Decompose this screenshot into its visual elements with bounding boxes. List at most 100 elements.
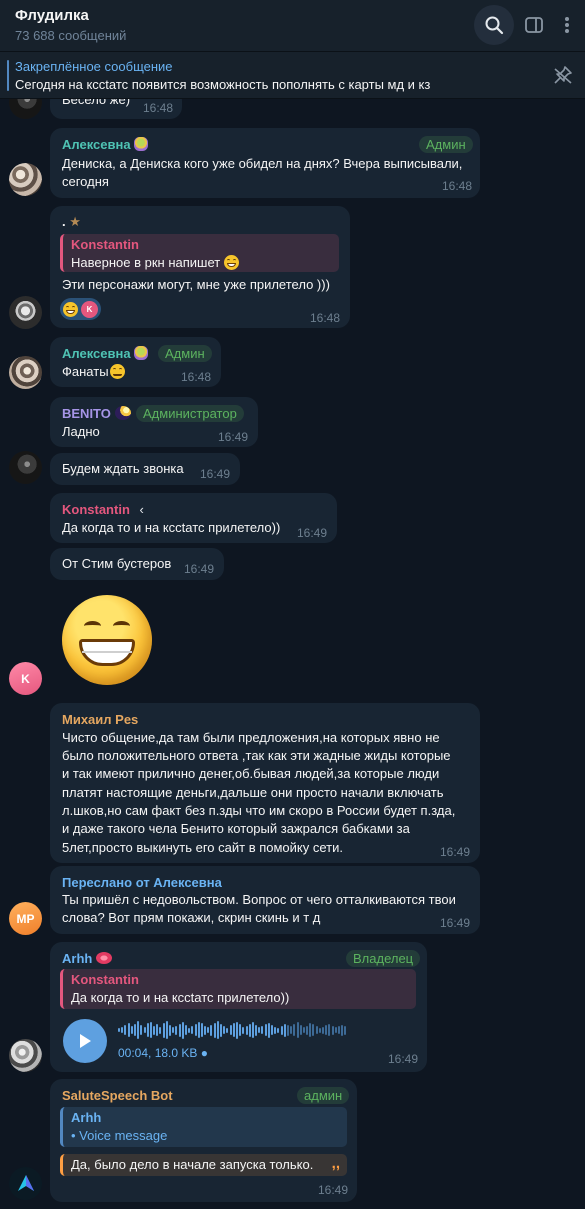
message-text-line: л.шков,но сам факт без п.зды что им скор…	[62, 803, 456, 818]
waveform-bar	[328, 1024, 331, 1036]
waveform-bar	[146, 1023, 149, 1037]
waveform-bar	[299, 1025, 302, 1035]
toggle-sidebar-button[interactable]	[514, 5, 554, 45]
admin-badge: Админ	[419, 136, 473, 153]
message-bubble[interactable]: Алексевна Админ Фанаты 16:48	[50, 337, 221, 387]
chat-header[interactable]: Флудилка 73 688 сообщений	[0, 0, 585, 52]
message-bubble[interactable]: Konstantin ‹ Да когда то и на кссtатс пр…	[50, 493, 337, 543]
message-bubble[interactable]: Будем ждать звонка 16:49	[50, 453, 240, 485]
message-list[interactable]: Весело же) 16:48 Алексевна Админ Дениска…	[0, 99, 585, 1209]
message-text: Эти персонажи могут, мне уже прилетело )…	[62, 277, 330, 292]
reply-preview[interactable]: Arhh • Voice message	[60, 1107, 347, 1147]
waveform-bar	[271, 1025, 273, 1035]
grinning-emoji-icon	[223, 255, 239, 270]
waveform-bar	[178, 1023, 181, 1037]
message-bubble[interactable]: SaluteSpeech Bot админ Arhh • Voice mess…	[50, 1079, 357, 1202]
waveform-bar	[302, 1027, 305, 1033]
message-bubble[interactable]: Алексевна Админ Дениска, а Дениска кого …	[50, 128, 480, 198]
avatar[interactable]	[9, 163, 42, 196]
message-time: 16:49	[184, 562, 215, 576]
reply-preview[interactable]: Konstantin Да когда то и на кссtатс прил…	[60, 969, 416, 1009]
grinning-sticker[interactable]	[62, 595, 152, 685]
pinned-text: Сегодня на кссtатс появится возможность …	[15, 77, 431, 92]
more-button[interactable]	[552, 5, 582, 45]
reply-text-label: Наверное в ркн напишет	[71, 255, 221, 270]
message-bubble[interactable]: . ★ Konstantin Наверное в ркн напишет Эт…	[50, 206, 350, 328]
avatar[interactable]	[9, 99, 42, 119]
sender-name[interactable]: Konstantin ‹	[62, 502, 144, 517]
admin-badge: Администратор	[136, 405, 244, 422]
message-bubble[interactable]: Arhh Владелец Konstantin Да когда то и н…	[50, 942, 427, 1072]
unpin-button[interactable]	[552, 64, 574, 91]
sticker-eye	[113, 621, 130, 631]
message-bubble[interactable]: BENITO Администратор Ладно 16:49	[50, 397, 258, 447]
avatar[interactable]: K	[9, 662, 42, 695]
message-text-line: и так имеют прилично денег,об.бывая люде…	[62, 766, 440, 781]
avatar[interactable]	[9, 1039, 42, 1072]
sidebar-icon	[525, 17, 543, 33]
quote-text: Да, было дело в начале запуска только.	[71, 1157, 314, 1172]
waveform-bar	[181, 1021, 184, 1039]
voice-waveform[interactable]	[118, 1020, 418, 1040]
avatar[interactable]	[9, 296, 42, 329]
waveform-bar	[334, 1027, 337, 1033]
sender-name[interactable]: Михаил Pes	[62, 712, 138, 727]
relieved-emoji-icon	[109, 364, 125, 379]
sender-label: .	[62, 214, 66, 229]
avatar[interactable]	[9, 356, 42, 389]
pin-off-icon	[554, 66, 572, 84]
bot-avatar[interactable]	[9, 1167, 42, 1200]
message-text: сегодня	[62, 174, 109, 189]
message-text: Да когда то и на кссtатс прилетело))	[62, 520, 281, 535]
reply-text: Да когда то и на кссtатс прилетело))	[71, 990, 290, 1005]
star-icon: ★	[69, 214, 81, 229]
waveform-bar	[213, 1022, 216, 1038]
sender-name[interactable]: Arhh	[62, 951, 112, 966]
waveform-bar	[344, 1025, 347, 1035]
message-text: Дениска, а Дениска кого уже обидел на дн…	[62, 156, 463, 171]
waveform-bar	[194, 1024, 197, 1036]
sender-name[interactable]: . ★	[62, 214, 81, 230]
waveform-bar	[296, 1022, 299, 1038]
reaction-chip[interactable]: K	[60, 298, 101, 320]
waveform-bar	[248, 1023, 251, 1037]
waveform-bar	[210, 1024, 213, 1036]
waveform-bar	[153, 1025, 156, 1035]
waveform-bar	[283, 1023, 286, 1037]
sender-name[interactable]: Алексевна	[62, 346, 149, 361]
waveform-bar	[229, 1025, 232, 1035]
message-bubble[interactable]: От Стим бустеров 16:49	[50, 548, 224, 580]
waveform-bar	[232, 1023, 235, 1037]
back-arrow-icon: ‹	[139, 502, 144, 517]
play-voice-button[interactable]	[63, 1019, 107, 1063]
waveform-bar	[162, 1022, 165, 1038]
waveform-bar	[149, 1022, 152, 1038]
sender-label: Arhh	[62, 951, 93, 966]
avatar[interactable]	[9, 451, 42, 484]
waveform-bar	[137, 1021, 140, 1039]
reply-preview[interactable]: Konstantin Наверное в ркн напишет	[60, 234, 339, 272]
more-icon	[565, 17, 569, 33]
message-text-line: 5лет,просто выкинуть его сайт в помойку …	[62, 840, 343, 855]
pinned-message-bar[interactable]: Закреплённое сообщение Сегодня на кссtат…	[0, 52, 585, 99]
message-bubble[interactable]: Михаил Pes Чисто общение,да там были пре…	[50, 703, 480, 863]
waveform-bar	[188, 1027, 191, 1033]
message-bubble[interactable]: Переслано от Алексевна Ты пришёл с недов…	[50, 866, 480, 934]
comet-icon	[114, 406, 131, 420]
waveform-bar	[274, 1026, 277, 1034]
unread-dot-icon: ●	[200, 1046, 208, 1060]
waveform-bar	[127, 1023, 130, 1037]
sender-label: Алексевна	[62, 346, 131, 361]
sender-name[interactable]: Алексевна	[62, 137, 149, 152]
message-bubble[interactable]: Весело же) 16:48	[50, 99, 182, 119]
cactus-icon	[134, 346, 149, 360]
sender-name[interactable]: SaluteSpeech Bot	[62, 1088, 173, 1103]
search-button[interactable]	[474, 5, 514, 45]
message-time: 16:49	[297, 526, 328, 540]
avatar[interactable]: MP	[9, 902, 42, 935]
reply-text: Наверное в ркн напишет	[71, 255, 239, 270]
forwarded-label[interactable]: Переслано от Алексевна	[62, 875, 222, 890]
chat-title[interactable]: Флудилка	[15, 7, 89, 24]
sender-name[interactable]: BENITO	[62, 406, 131, 421]
quote-block: Да, было дело в начале запуска только. ,…	[60, 1154, 347, 1176]
